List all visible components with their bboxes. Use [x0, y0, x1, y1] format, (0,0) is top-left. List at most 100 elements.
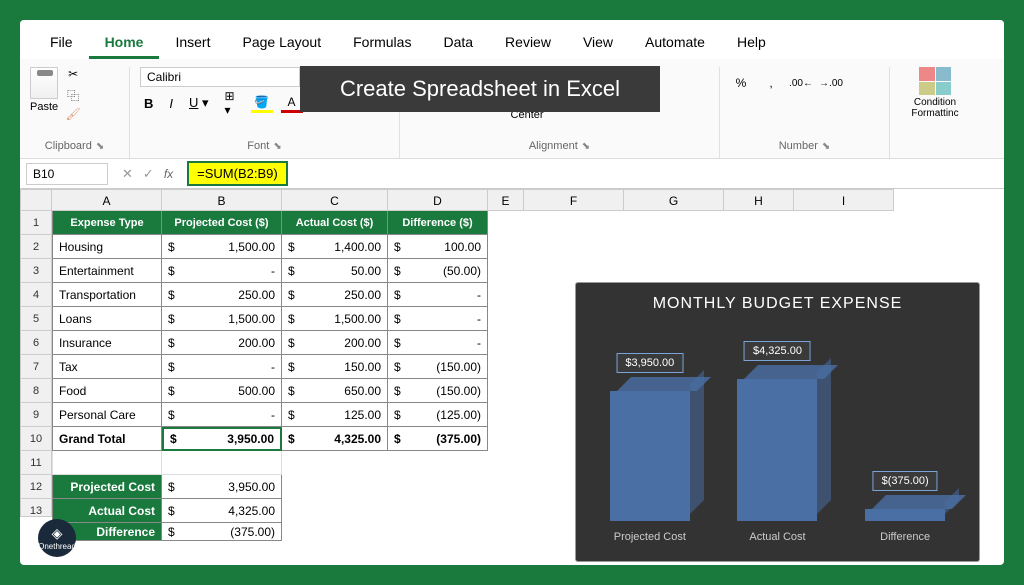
- cell-act[interactable]: $125.00: [282, 403, 388, 427]
- row-header-3[interactable]: 3: [20, 259, 52, 283]
- cell-act[interactable]: $250.00: [282, 283, 388, 307]
- summary-val[interactable]: $4,325.00: [162, 499, 282, 523]
- col-header-D[interactable]: D: [388, 189, 488, 211]
- row-header-11[interactable]: 11: [20, 451, 52, 475]
- cell-proj[interactable]: $250.00: [162, 283, 282, 307]
- cell-act[interactable]: $1,400.00: [282, 235, 388, 259]
- grand-total-diff[interactable]: $(375.00): [388, 427, 488, 451]
- cell-diff[interactable]: $(125.00): [388, 403, 488, 427]
- underline-button[interactable]: U ▾: [185, 93, 213, 113]
- row-header-1[interactable]: 1: [20, 211, 52, 235]
- grand-total-label[interactable]: Grand Total: [52, 427, 162, 451]
- increase-decimal-icon[interactable]: .00←: [790, 73, 812, 93]
- cell-proj[interactable]: $200.00: [162, 331, 282, 355]
- cell-act[interactable]: $200.00: [282, 331, 388, 355]
- cell-act[interactable]: $150.00: [282, 355, 388, 379]
- decrease-decimal-icon[interactable]: →.00: [820, 73, 842, 93]
- col-header-F[interactable]: F: [524, 189, 624, 211]
- cell-proj[interactable]: $1,500.00: [162, 235, 282, 259]
- formula-input[interactable]: =SUM(B2:B9): [187, 161, 288, 186]
- cut-icon[interactable]: ✂: [64, 67, 82, 83]
- cell-diff[interactable]: $-: [388, 331, 488, 355]
- grand-total-proj[interactable]: $3,950.00: [162, 427, 282, 451]
- name-box[interactable]: B10: [26, 163, 108, 185]
- cell-diff[interactable]: $-: [388, 283, 488, 307]
- row-header-2[interactable]: 2: [20, 235, 52, 259]
- font-selector[interactable]: Calibri: [140, 67, 300, 87]
- cell-diff[interactable]: $100.00: [388, 235, 488, 259]
- row-header-10[interactable]: 10: [20, 427, 52, 451]
- menu-formulas[interactable]: Formulas: [337, 28, 427, 59]
- cell-proj[interactable]: $-: [162, 355, 282, 379]
- menu-insert[interactable]: Insert: [159, 28, 226, 59]
- col-header-B[interactable]: B: [162, 189, 282, 211]
- comma-button[interactable]: ,: [760, 73, 782, 93]
- cell-label[interactable]: Insurance: [52, 331, 162, 355]
- cell-label[interactable]: Food: [52, 379, 162, 403]
- row-header-8[interactable]: 8: [20, 379, 52, 403]
- col-header-E[interactable]: E: [488, 189, 524, 211]
- menu-help[interactable]: Help: [721, 28, 782, 59]
- cell-act[interactable]: $50.00: [282, 259, 388, 283]
- conditional-formatting-button[interactable]: Condition Formattinc: [900, 67, 970, 119]
- chart-bar[interactable]: $(375.00)Difference: [865, 509, 945, 521]
- row-header-5[interactable]: 5: [20, 307, 52, 331]
- menu-data[interactable]: Data: [427, 28, 489, 59]
- menu-page-layout[interactable]: Page Layout: [226, 28, 337, 59]
- cell-proj[interactable]: $1,500.00: [162, 307, 282, 331]
- bold-button[interactable]: B: [140, 94, 157, 113]
- col-header-H[interactable]: H: [724, 189, 794, 211]
- launcher-icon[interactable]: ⬊: [822, 141, 830, 152]
- copy-icon[interactable]: ⿻: [64, 87, 82, 103]
- cell-proj[interactable]: $-: [162, 403, 282, 427]
- format-painter-icon[interactable]: 🖌: [64, 107, 82, 123]
- launcher-icon[interactable]: ⬊: [273, 141, 281, 152]
- row-header-6[interactable]: 6: [20, 331, 52, 355]
- fx-icon[interactable]: fx: [164, 167, 173, 181]
- cell-diff[interactable]: $-: [388, 307, 488, 331]
- cancel-icon[interactable]: ✕: [122, 166, 133, 182]
- chart[interactable]: MONTHLY BUDGET EXPENSE $3,950.00Projecte…: [575, 282, 980, 562]
- cell-label[interactable]: Tax: [52, 355, 162, 379]
- col-header-G[interactable]: G: [624, 189, 724, 211]
- confirm-icon[interactable]: ✓: [143, 166, 154, 182]
- chart-bar[interactable]: $4,325.00Actual Cost: [737, 379, 817, 521]
- menu-review[interactable]: Review: [489, 28, 567, 59]
- cell-diff[interactable]: $(150.00): [388, 355, 488, 379]
- menu-automate[interactable]: Automate: [629, 28, 721, 59]
- cell-label[interactable]: Loans: [52, 307, 162, 331]
- menu-file[interactable]: File: [34, 28, 89, 59]
- grand-total-act[interactable]: $4,325.00: [282, 427, 388, 451]
- cell-label[interactable]: Entertainment: [52, 259, 162, 283]
- chart-bar[interactable]: $3,950.00Projected Cost: [610, 391, 690, 521]
- col-header-A[interactable]: A: [52, 189, 162, 211]
- col-header-I[interactable]: I: [794, 189, 894, 211]
- select-all-corner[interactable]: [20, 189, 52, 211]
- summary-val[interactable]: $3,950.00: [162, 475, 282, 499]
- fill-color-button[interactable]: 🪣: [251, 93, 273, 113]
- cell-act[interactable]: $650.00: [282, 379, 388, 403]
- percent-button[interactable]: %: [730, 73, 752, 93]
- cell-diff[interactable]: $(50.00): [388, 259, 488, 283]
- row-header-12[interactable]: 12: [20, 475, 52, 499]
- cell-label[interactable]: Transportation: [52, 283, 162, 307]
- row-header-9[interactable]: 9: [20, 403, 52, 427]
- cell-label[interactable]: Personal Care: [52, 403, 162, 427]
- col-header-C[interactable]: C: [282, 189, 388, 211]
- row-header-4[interactable]: 4: [20, 283, 52, 307]
- cell-proj[interactable]: $-: [162, 259, 282, 283]
- cell-proj[interactable]: $500.00: [162, 379, 282, 403]
- cell-diff[interactable]: $(150.00): [388, 379, 488, 403]
- menu-home[interactable]: Home: [89, 28, 160, 59]
- cell-act[interactable]: $1,500.00: [282, 307, 388, 331]
- empty-cell[interactable]: [52, 451, 162, 475]
- row-header-13[interactable]: 13: [20, 499, 52, 517]
- empty-cell[interactable]: [162, 451, 282, 475]
- paste-button[interactable]: Paste: [30, 67, 58, 113]
- row-header-7[interactable]: 7: [20, 355, 52, 379]
- italic-button[interactable]: I: [165, 94, 177, 113]
- cell-label[interactable]: Housing: [52, 235, 162, 259]
- menu-view[interactable]: View: [567, 28, 629, 59]
- summary-val[interactable]: $(375.00): [162, 523, 282, 541]
- launcher-icon[interactable]: ⬊: [582, 141, 590, 152]
